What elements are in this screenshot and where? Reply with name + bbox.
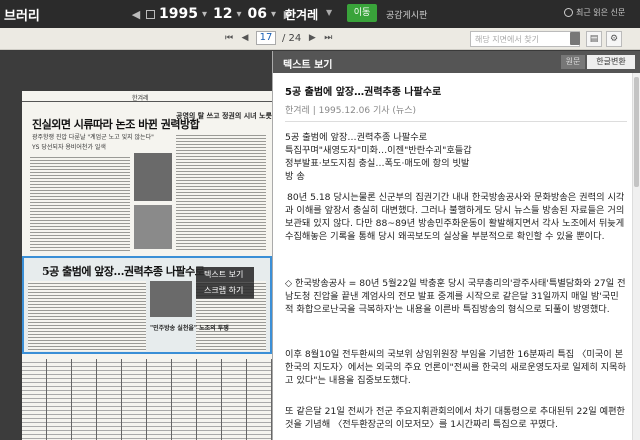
divider — [22, 101, 272, 102]
photo — [150, 281, 192, 317]
page-navigator: ⏮ ◀ 17 / 24 ▶ ⏭ — [224, 31, 333, 45]
text-column — [30, 155, 130, 251]
page-number-input[interactable]: 17 — [256, 31, 276, 45]
article-paragraph: ◇ 한국방송공사 = 80년 5월22일 박충훈 당시 국무총리의'광주사태'특… — [285, 278, 626, 315]
scrollbar[interactable] — [632, 73, 640, 440]
recent-papers-link[interactable]: 최근 읽은 신문 — [564, 7, 625, 18]
last-page-icon[interactable]: ⏭ — [323, 33, 333, 43]
top-navigation-bar: 브러리 ◀ 1995 ▾ 12 ▾ 06 ▾ ▶ 한겨레 ▼ 이동 공감게시판 최근 … — [0, 0, 640, 28]
article-title: 5공 출범에 앞장…권력추종 나팔수로 — [285, 87, 442, 98]
search-icon[interactable] — [570, 32, 580, 45]
article-paragraph: 또 같은달 21일 전씨가 전군 주요지휘관회의에서 차기 대통령으로 추대된뒤… — [285, 406, 625, 430]
newspaper-page-image[interactable]: 한겨레 진실외면 시류따라 논조 바뀐 권력방합 광주항쟁 진압 다룬날 "계엄… — [22, 91, 272, 440]
next-page-icon[interactable]: ▶ — [307, 33, 317, 43]
viewer-toolbar: ⏮ ◀ 17 / 24 ▶ ⏭ 해당 지면에서 찾기 ▤ ⚙ — [0, 28, 640, 50]
prev-page-icon[interactable]: ◀ — [240, 33, 250, 43]
app-brand[interactable]: 브러리 — [4, 5, 40, 24]
total-pages: / 24 — [282, 32, 302, 44]
settings-icon[interactable]: ⚙ — [606, 31, 622, 47]
board-link[interactable]: 공감게시판 — [386, 8, 427, 21]
year-value[interactable]: 1995 — [159, 6, 198, 22]
chevron-down-icon[interactable]: ▼ — [326, 8, 332, 17]
prev-date-icon[interactable]: ◀ — [130, 8, 142, 21]
day-value[interactable]: 06 — [248, 6, 267, 22]
bottom-article-title: "민주방송 실천을" 노조의 투쟁 — [150, 325, 229, 332]
newspaper-selector[interactable]: 한겨레 — [285, 6, 318, 23]
photo — [134, 205, 172, 249]
context-menu: 텍스트 보기 스크랩 하기 — [196, 267, 254, 299]
context-menu-item-scrap[interactable]: 스크랩 하기 — [196, 283, 254, 299]
article-meta: 한겨레 | 1995.12.06 기사 (뉴스) — [285, 106, 416, 116]
divider — [285, 121, 627, 122]
calendar-icon[interactable] — [146, 9, 155, 19]
classified-ads-grid — [22, 359, 272, 440]
side-headline: 공영의 탈 쓰고 정권의 시녀 노릇 — [176, 111, 272, 120]
month-caret-icon[interactable]: ▾ — [236, 9, 241, 20]
tab-original[interactable]: 원문 — [561, 55, 585, 69]
panel-title: 텍스트 보기 — [283, 60, 333, 71]
subhead-1a: 광주항쟁 진압 다룬날 "계엄군 노고 잊지 않는다" — [32, 134, 154, 141]
year-caret-icon[interactable]: ▾ — [202, 9, 207, 20]
day-caret-icon[interactable]: ▾ — [271, 9, 276, 20]
date-selector: ◀ 1995 ▾ 12 ▾ 06 ▾ ▶ — [130, 4, 294, 24]
newspaper-viewer: 한겨레 진실외면 시류따라 논조 바뀐 권력방합 광주항쟁 진압 다룬날 "계엄… — [0, 51, 272, 440]
article-paragraph: 80년 5.18 당시는물론 신군부의 집권기간 내내 한국방송공사와 문화방송… — [285, 192, 625, 242]
headline-2: 5공 출범에 앞장…권력추종 나팔수로 — [42, 265, 205, 278]
go-button[interactable]: 이동 — [347, 4, 377, 22]
text-column — [176, 133, 266, 251]
text-view-panel: 텍스트 보기 원문 한글변환 5공 출범에 앞장…권력추종 나팔수로 한겨레 |… — [272, 51, 640, 440]
text-column — [28, 281, 146, 351]
article-paragraph: 5공 출범에 앞장…권력추종 나팔수로 특집꾸며"새영도자"미화…이젠"반란수괴… — [285, 132, 472, 182]
context-menu-item-text-view[interactable]: 텍스트 보기 — [196, 267, 254, 283]
page-search-input[interactable]: 해당 지면에서 찾기 — [470, 31, 580, 47]
print-icon[interactable]: ▤ — [586, 31, 602, 47]
headline-1: 진실외면 시류따라 논조 바뀐 권력방합 — [32, 118, 200, 131]
panel-header: 텍스트 보기 원문 한글변환 — [273, 51, 640, 73]
recent-papers-label: 최근 읽은 신문 — [576, 8, 626, 17]
photo — [134, 153, 172, 201]
month-value[interactable]: 12 — [213, 6, 232, 22]
scrollbar-thumb[interactable] — [634, 77, 639, 187]
tab-hangul-convert[interactable]: 한글변환 — [587, 55, 635, 69]
article-paragraph: 이후 8월10일 전두환씨의 국보위 상임위원장 부임을 기념한 16분짜리 특… — [285, 349, 627, 386]
first-page-icon[interactable]: ⏮ — [224, 33, 234, 43]
subhead-1b: YS 당선되자 용비어천가 일색 — [32, 144, 106, 151]
clock-icon — [564, 8, 573, 17]
